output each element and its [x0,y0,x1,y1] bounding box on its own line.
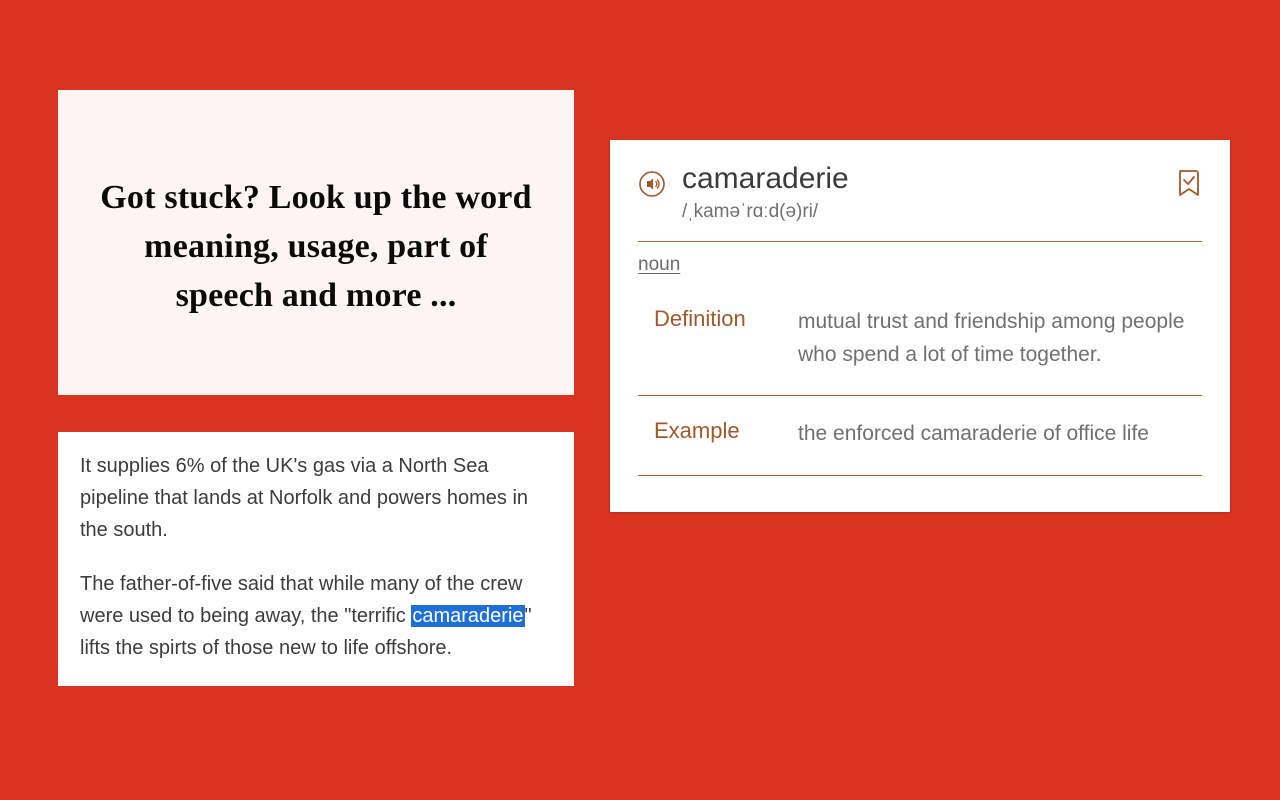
headline-card: Got stuck? Look up the word meaning, usa… [58,90,574,395]
definition-row: Definition mutual trust and friendship a… [638,284,1202,396]
dictionary-word: camaraderie [682,162,1160,195]
headline-text: Got stuck? Look up the word meaning, usa… [92,173,540,321]
dictionary-title-block: camaraderie /ˌkaməˈrɑːd(ə)ri/ [682,162,1160,223]
dictionary-card: camaraderie /ˌkaməˈrɑːd(ə)ri/ noun Defin… [610,140,1230,512]
definition-label: Definition [654,306,772,332]
dictionary-header: camaraderie /ˌkaməˈrɑːd(ə)ri/ [638,162,1202,242]
dictionary-phonetic: /ˌkaməˈrɑːd(ə)ri/ [682,201,1160,223]
pronounce-audio-icon[interactable] [638,170,666,198]
part-of-speech: noun [638,254,680,275]
article-paragraph-2: The father-of-five said that while many … [80,568,552,664]
example-label: Example [654,418,772,444]
highlighted-word[interactable]: camaraderie [411,605,524,627]
example-text: the enforced camaraderie of office life [798,418,1194,451]
article-paragraph-1: It supplies 6% of the UK's gas via a Nor… [80,450,552,546]
part-of-speech-row: noun [638,242,1202,284]
example-row: Example the enforced camaraderie of offi… [638,396,1202,476]
article-excerpt-card: It supplies 6% of the UK's gas via a Nor… [58,432,574,686]
bookmark-icon[interactable] [1176,168,1202,198]
definition-text: mutual trust and friendship among people… [798,306,1194,371]
